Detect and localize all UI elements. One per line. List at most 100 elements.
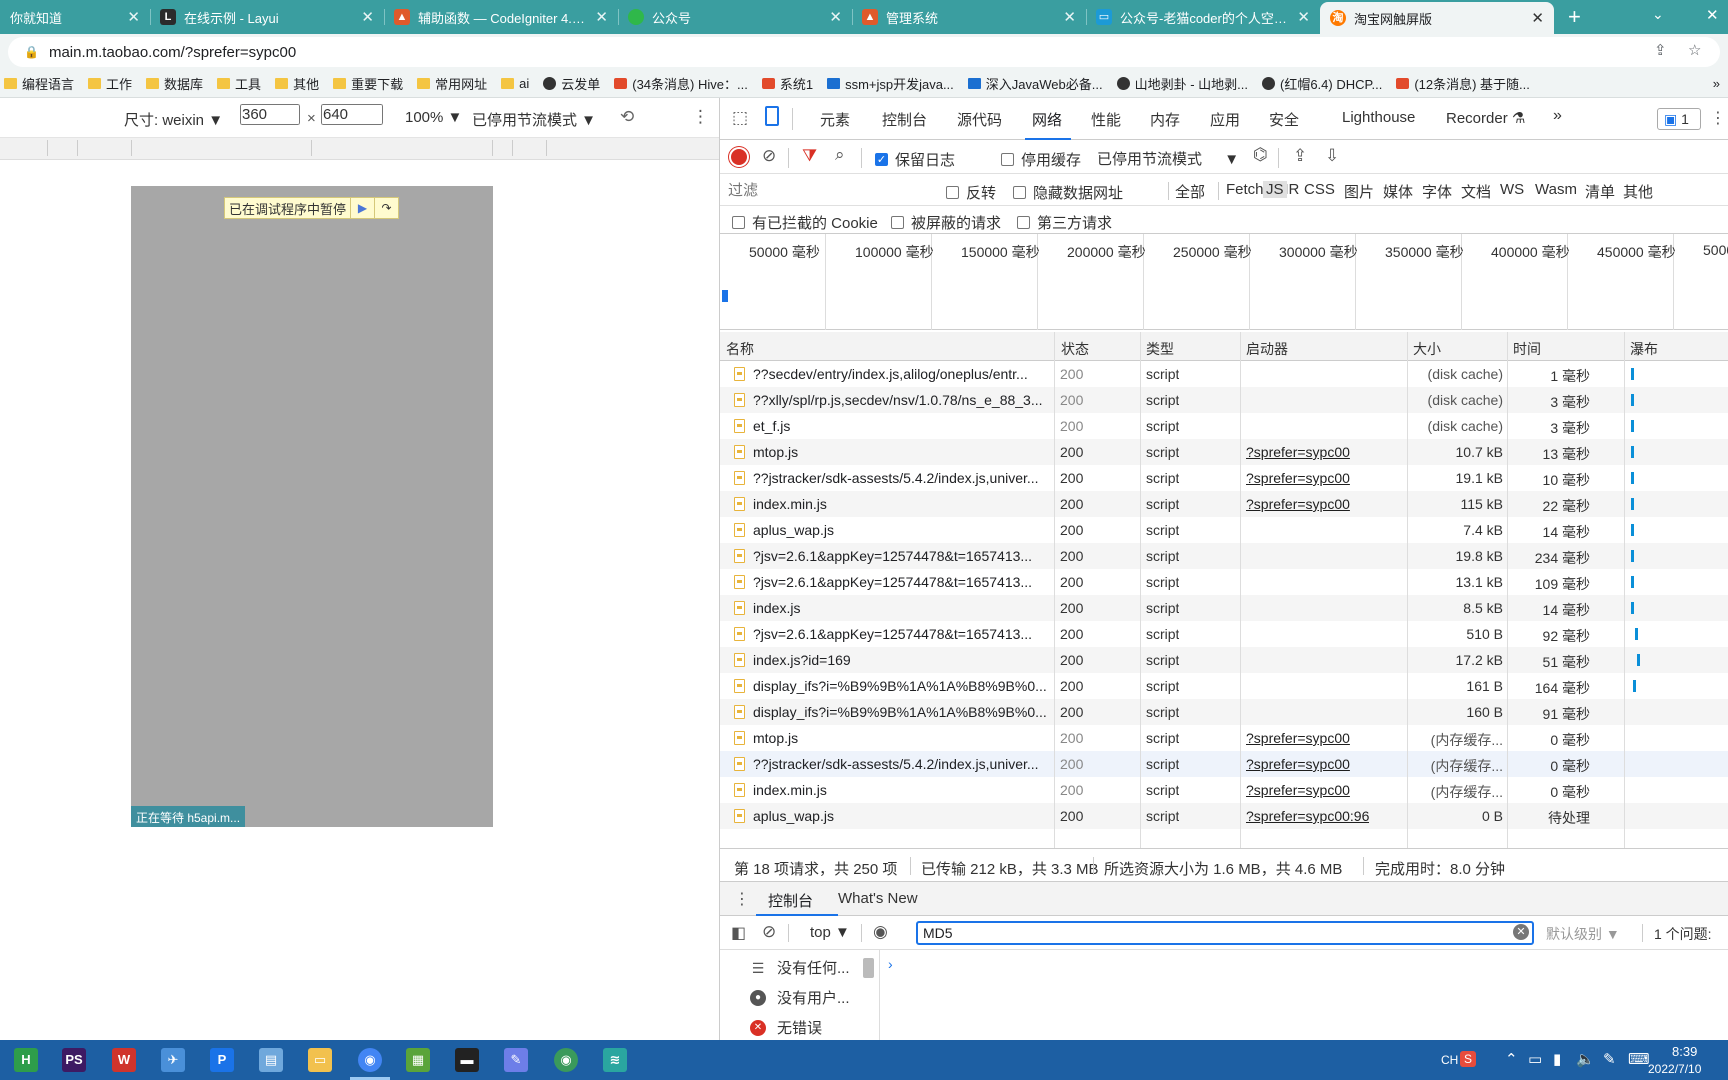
drawer-menu-icon[interactable]: ⋮: [734, 889, 750, 909]
table-row[interactable]: display_ifs?i=%B9%9B%1A%1A%B8%9B%0... 200…: [720, 699, 1728, 725]
tab-elements[interactable]: 元素: [820, 109, 850, 130]
ime-indicator[interactable]: CH: [1441, 1053, 1458, 1067]
inspect-element-icon[interactable]: ⬚: [732, 108, 748, 128]
bookmark-item[interactable]: 数据库: [146, 74, 203, 93]
blocked-cookies-checkbox[interactable]: 有已拦截的 Cookie: [732, 212, 878, 233]
sidebar-item-messages[interactable]: ☰ 没有任何...: [750, 957, 850, 978]
network-tray-icon[interactable]: ▭: [1528, 1050, 1542, 1068]
filter-wasm[interactable]: Wasm: [1535, 181, 1577, 198]
table-row[interactable]: mtop.js 200 script ?sprefer=sypc00 10.7 kB 13…: [720, 439, 1728, 465]
col-name[interactable]: 名称: [726, 339, 754, 359]
clock-time[interactable]: 8:39: [1672, 1044, 1697, 1059]
issues-badge[interactable]: ▣ 1: [1657, 108, 1701, 130]
bookmark-item[interactable]: (34条消息) Hive：...: [614, 74, 748, 93]
notepad-icon[interactable]: ▦: [406, 1048, 430, 1072]
device-toggle-icon[interactable]: [765, 106, 779, 126]
tab-performance[interactable]: 性能: [1091, 109, 1121, 130]
browser-tab[interactable]: 公众号 ✕: [618, 0, 852, 34]
tab-security[interactable]: 安全: [1269, 109, 1299, 130]
table-row[interactable]: index.min.js 200 script ?sprefer=sypc00 115 …: [720, 491, 1728, 517]
col-initiator[interactable]: 启动器: [1246, 339, 1288, 359]
sidebar-item-errors[interactable]: ✕ 无错误: [750, 1017, 822, 1038]
url-input[interactable]: 🔒 main.m.taobao.com/?sprefer=sypc00: [8, 37, 1720, 67]
browser-tab-active[interactable]: 淘 淘宝网触屏版 ✕: [1320, 2, 1554, 34]
bookmark-item[interactable]: 工具: [217, 74, 261, 93]
clock-date[interactable]: 2022/7/10: [1648, 1062, 1701, 1076]
clear-icon[interactable]: ⊘: [762, 146, 776, 166]
mic-icon[interactable]: ▮: [1553, 1050, 1561, 1068]
drawer-tab-whats-new[interactable]: What's New: [838, 890, 918, 907]
bookmark-item[interactable]: 重要下载: [333, 74, 403, 93]
record-icon[interactable]: [731, 149, 747, 165]
table-row[interactable]: aplus_wap.js 200 script 7.4 kB 14 毫秒: [720, 517, 1728, 543]
disable-cache-checkbox[interactable]: 停用缓存: [1001, 149, 1081, 170]
close-tab-icon[interactable]: ✕: [1063, 8, 1076, 26]
network-filter-input[interactable]: [726, 178, 926, 202]
browser-tab[interactable]: L 在线示例 - Layui ✕: [150, 0, 384, 34]
new-tab-button[interactable]: +: [1568, 4, 1581, 30]
cell-initiator[interactable]: ?sprefer=sypc00:96: [1246, 808, 1369, 824]
bookmark-item[interactable]: 深入JavaWeb必备...: [967, 74, 1103, 93]
table-row[interactable]: index.js 200 script 8.5 kB 14 毫秒: [720, 595, 1728, 621]
clear-filter-icon[interactable]: ✕: [1513, 924, 1529, 940]
filter-icon[interactable]: ⧩: [802, 146, 817, 166]
browser-tab[interactable]: ▲ 辅助函数 — CodeIgniter 4.0.0 ✕: [384, 0, 618, 34]
device-screen[interactable]: [131, 186, 493, 827]
search-icon[interactable]: ⌕: [835, 145, 845, 165]
hide-data-urls-checkbox[interactable]: 隐藏数据网址: [1013, 182, 1123, 203]
blocked-requests-checkbox[interactable]: 被屏蔽的请求: [891, 212, 1001, 233]
cell-initiator[interactable]: ?sprefer=sypc00: [1246, 730, 1350, 746]
table-row[interactable]: ?jsv=2.6.1&appKey=12574478&t=1657413... 2…: [720, 543, 1728, 569]
close-tab-icon[interactable]: ✕: [127, 8, 140, 26]
device-height-input[interactable]: [321, 104, 383, 125]
preserve-log-checkbox[interactable]: ✓ 保留日志: [875, 149, 955, 170]
browser-tab[interactable]: ▭ 公众号-老猫coder的个人空间_ ✕: [1086, 0, 1320, 34]
browser-tab[interactable]: ▲ 管理系统 ✕: [852, 0, 1086, 34]
close-tab-icon[interactable]: ✕: [595, 8, 608, 26]
filter-doc[interactable]: 文档: [1461, 181, 1491, 202]
cell-initiator[interactable]: ?sprefer=sypc00: [1246, 782, 1350, 798]
wps-icon[interactable]: W: [112, 1048, 136, 1072]
keyboard-icon[interactable]: ⌨: [1628, 1050, 1650, 1068]
table-row[interactable]: et_f.js 200 script (disk cache) 3 毫秒: [720, 413, 1728, 439]
table-row[interactable]: ?jsv=2.6.1&appKey=12574478&t=1657413... 2…: [720, 621, 1728, 647]
context-selector[interactable]: top ▼: [810, 924, 850, 941]
close-window-icon[interactable]: ✕: [1706, 6, 1719, 24]
device-dimensions-dropdown[interactable]: 尺寸: weixin ▼: [124, 109, 223, 130]
pen-icon[interactable]: ✎: [1603, 1050, 1616, 1068]
third-party-checkbox[interactable]: 第三方请求: [1017, 212, 1112, 233]
sidebar-item-user-messages[interactable]: ● 没有用户...: [750, 987, 850, 1008]
invert-checkbox[interactable]: 反转: [946, 182, 996, 203]
terminal-icon[interactable]: ▬: [455, 1048, 479, 1072]
close-tab-icon[interactable]: ✕: [361, 8, 374, 26]
filter-manifest[interactable]: 清单: [1585, 181, 1615, 202]
cell-initiator[interactable]: ?sprefer=sypc00: [1246, 496, 1350, 512]
tab-lighthouse[interactable]: Lighthouse: [1342, 109, 1415, 126]
sidebar-scrollbar[interactable]: [863, 958, 874, 978]
live-expression-eye-icon[interactable]: ◉: [873, 922, 888, 942]
table-row[interactable]: ??jstracker/sdk-assests/5.4.2/index.js,u…: [720, 465, 1728, 491]
network-overview[interactable]: 50000 毫秒 100000 毫秒 150000 毫秒 200000 毫秒 25000…: [720, 234, 1728, 330]
app-icon[interactable]: ≋: [603, 1048, 627, 1072]
bookmark-item[interactable]: (12条消息) 基于随...: [1396, 74, 1530, 93]
close-tab-icon[interactable]: ✕: [829, 8, 842, 26]
bookmark-item[interactable]: 云发单: [543, 74, 600, 93]
resume-icon[interactable]: ▶: [350, 198, 374, 218]
filter-js[interactable]: JS: [1263, 181, 1287, 198]
table-row[interactable]: display_ifs?i=%B9%9B%1A%1A%B8%9B%0... 200…: [720, 673, 1728, 699]
filter-ws[interactable]: WS: [1500, 181, 1524, 198]
console-input[interactable]: [900, 952, 1720, 1032]
table-row[interactable]: ?jsv=2.6.1&appKey=12574478&t=1657413... 2…: [720, 569, 1728, 595]
tab-network[interactable]: 网络: [1032, 109, 1062, 130]
bookmark-item[interactable]: 编程语言: [4, 74, 74, 93]
table-row[interactable]: ??secdev/entry/index.js,alilog/oneplus/e…: [720, 361, 1728, 387]
explorer-icon[interactable]: ▭: [308, 1048, 332, 1072]
devtools-menu-icon[interactable]: ⋮: [1710, 108, 1726, 128]
table-row[interactable]: ??xlly/spl/rp.js,secdev/nsv/1.0.78/ns_e_…: [720, 387, 1728, 413]
table-row[interactable]: mtop.js 200 script ?sprefer=sypc00 (内存缓存... 0…: [720, 725, 1728, 751]
filter-img[interactable]: 图片: [1344, 181, 1374, 202]
close-tab-icon[interactable]: ✕: [1297, 8, 1310, 26]
filter-media[interactable]: 媒体: [1383, 181, 1413, 202]
log-level-dropdown[interactable]: 默认级别 ▼: [1546, 924, 1620, 944]
publisher-icon[interactable]: P: [210, 1048, 234, 1072]
